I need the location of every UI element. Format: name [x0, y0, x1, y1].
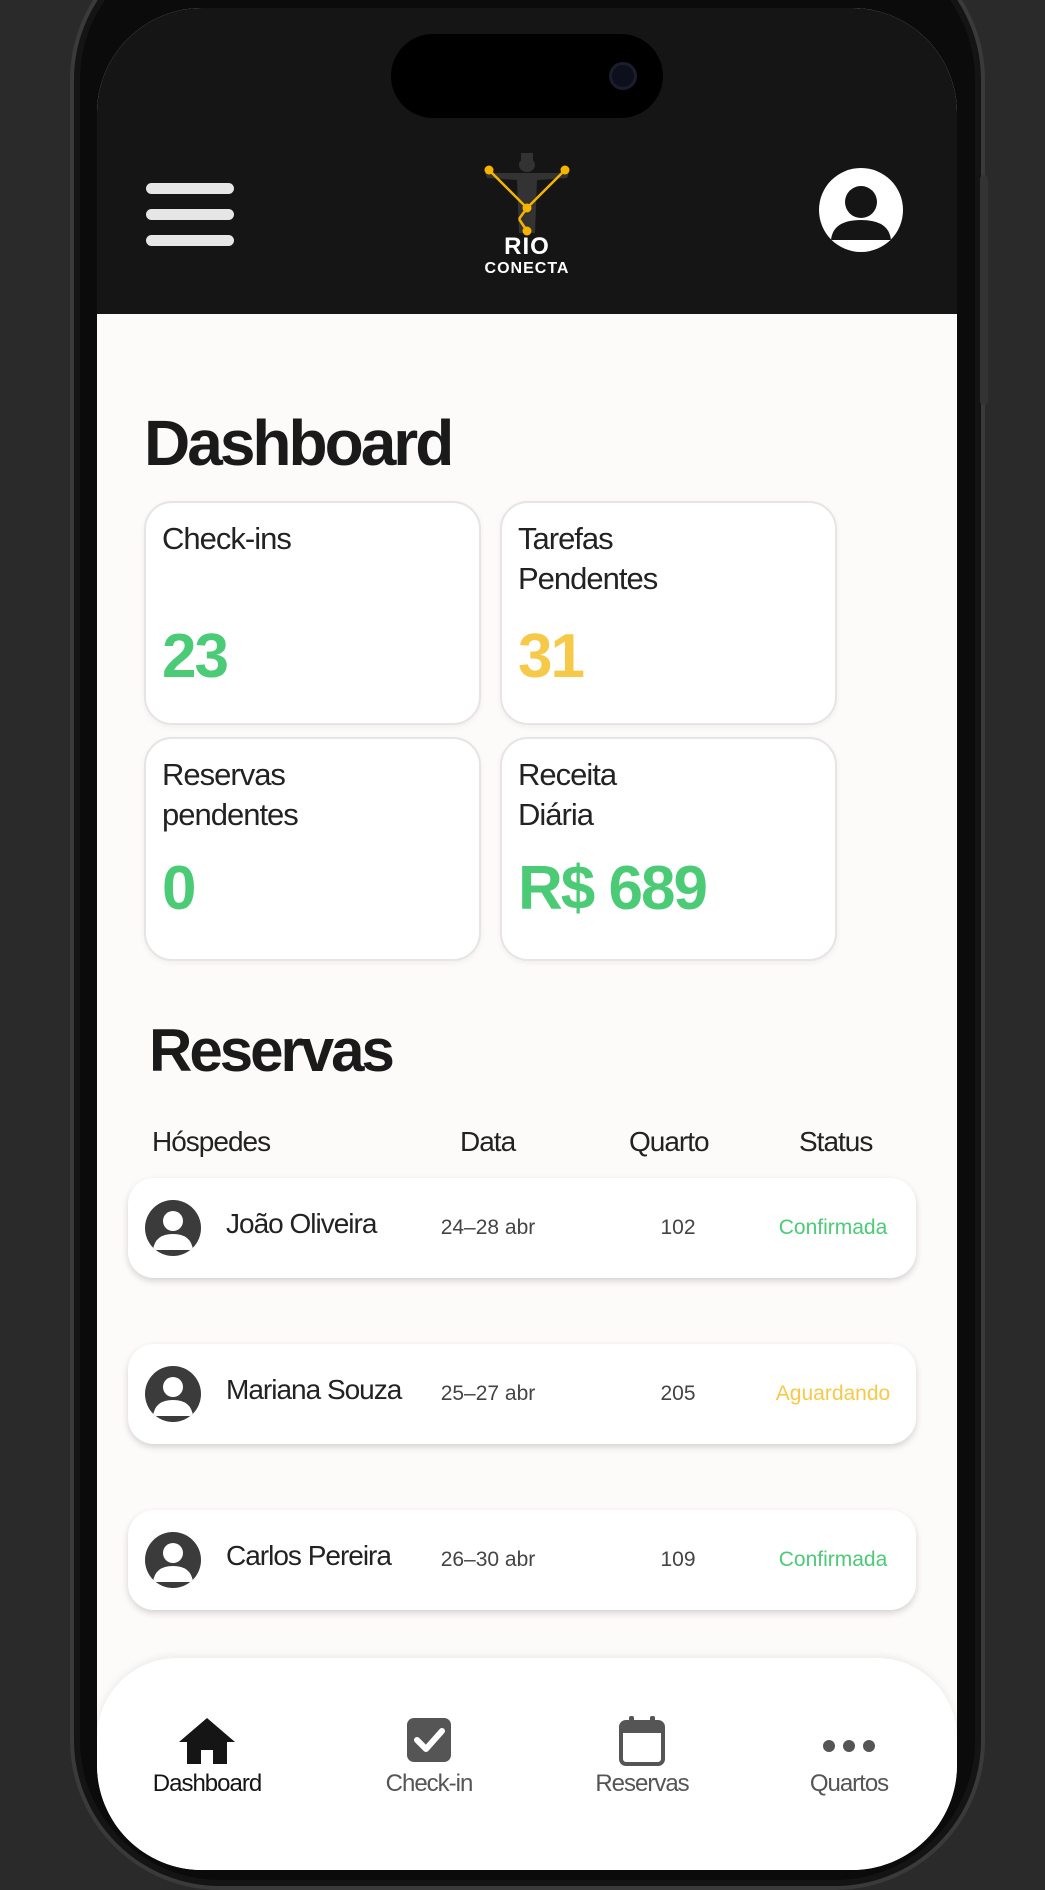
reservation-row[interactable]: João Oliveira 24–28 abr 102 Confirmada	[128, 1178, 916, 1278]
profile-avatar-icon[interactable]	[819, 168, 903, 252]
guest-name: Mariana Souza	[226, 1374, 402, 1405]
page-title: Dashboard	[144, 407, 454, 479]
room-number: 205	[660, 1382, 696, 1405]
guest-avatar-icon	[145, 1532, 201, 1588]
guest-avatar-icon	[145, 1366, 201, 1422]
status-badge: Confirmada	[778, 1216, 888, 1239]
nav-item-checkin[interactable]: Check-in	[349, 1716, 509, 1826]
stat-value: 31	[518, 622, 585, 691]
bottom-navigation: Dashboard Check-in Reservas Quartos	[97, 1658, 957, 1870]
checkbox-icon	[407, 1718, 451, 1762]
stat-value: 23	[162, 622, 229, 691]
stat-label: Receita Diária	[518, 757, 617, 832]
nav-item-dashboard[interactable]: Dashboard	[127, 1716, 287, 1826]
column-header-room: Quarto	[629, 1126, 710, 1157]
nav-label: Reservas	[595, 1770, 689, 1797]
stat-label: Check-ins	[162, 521, 292, 556]
nav-label: Quartos	[809, 1770, 889, 1797]
phone-side-button	[980, 175, 988, 405]
stat-card-reservas-pendentes[interactable]: Reservas pendentes 0	[144, 737, 481, 961]
nav-item-quartos[interactable]: Quartos	[769, 1716, 929, 1826]
stat-value: R$ 689	[518, 854, 708, 923]
guest-avatar-icon	[145, 1200, 201, 1256]
logo-text-rio: RIO	[504, 233, 550, 260]
column-header-guests: Hóspedes	[152, 1126, 271, 1157]
dynamic-island	[391, 34, 663, 118]
reservation-date: 26–30 abr	[440, 1548, 536, 1571]
nav-label: Check-in	[385, 1770, 474, 1797]
reservations-title: Reservas	[149, 1017, 395, 1084]
app-screen: RIO CONECTA Dashboard Check-ins 23 Taref…	[97, 8, 957, 1870]
camera-icon	[609, 62, 637, 90]
logo-text-conecta: CONECTA	[484, 260, 570, 277]
guest-name: Carlos Pereira	[226, 1540, 392, 1571]
hamburger-menu-icon[interactable]	[146, 183, 234, 246]
status-badge: Aguardando	[775, 1382, 891, 1405]
nav-item-reservas[interactable]: Reservas	[562, 1716, 722, 1826]
home-icon	[179, 1718, 235, 1764]
calendar-icon	[619, 1716, 665, 1766]
app-logo: RIO CONECTA	[477, 153, 577, 283]
stat-card-receita[interactable]: Receita Diária R$ 689	[500, 737, 837, 961]
stat-value: 0	[162, 854, 197, 923]
stat-card-tarefas[interactable]: Tarefas Pendentes 31	[500, 501, 837, 725]
column-header-status: Status	[799, 1126, 873, 1157]
nav-label: Dashboard	[152, 1770, 262, 1797]
top-bar: RIO CONECTA	[97, 8, 957, 314]
more-icon	[823, 1740, 875, 1752]
stat-label: Reservas pendentes	[162, 757, 299, 832]
room-number: 109	[660, 1548, 696, 1571]
column-header-date: Data	[460, 1126, 516, 1157]
room-number: 102	[660, 1216, 696, 1239]
guest-name: João Oliveira	[226, 1208, 377, 1239]
reservation-row[interactable]: Carlos Pereira 26–30 abr 109 Confirmada	[128, 1510, 916, 1610]
reservation-row[interactable]: Mariana Souza 25–27 abr 205 Aguardando	[128, 1344, 916, 1444]
christ-redeemer-logo-icon	[484, 153, 570, 236]
reservation-date: 25–27 abr	[440, 1382, 536, 1405]
stat-label: Tarefas Pendentes	[518, 521, 658, 596]
status-badge: Confirmada	[778, 1548, 888, 1571]
reservation-date: 24–28 abr	[440, 1216, 536, 1239]
stat-card-checkins[interactable]: Check-ins 23	[144, 501, 481, 725]
